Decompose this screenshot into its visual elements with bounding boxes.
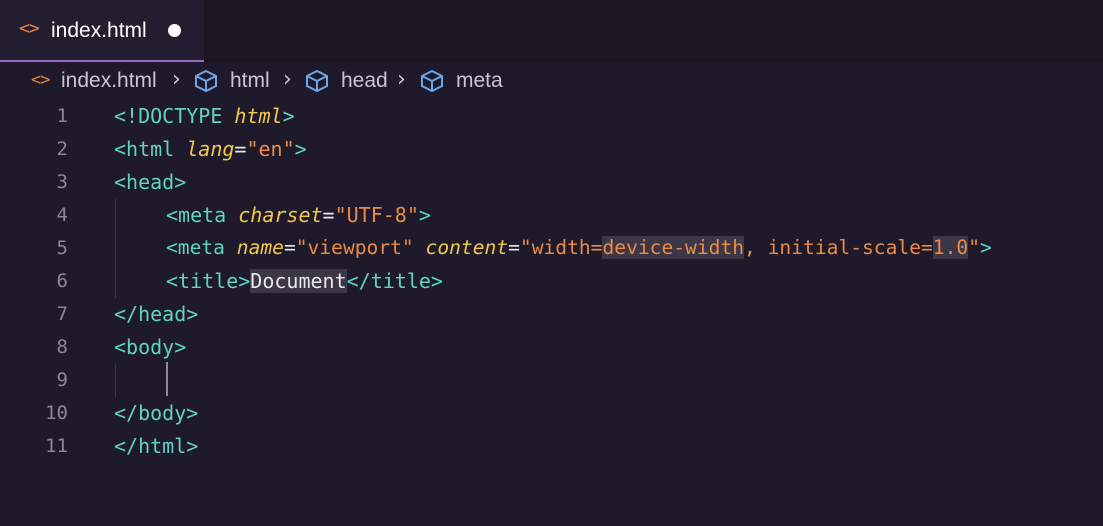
- tab-bar: <> index.html: [0, 0, 1103, 62]
- line-number: 4: [56, 204, 68, 226]
- line-number: 3: [56, 171, 68, 193]
- chevron-right-icon: ›: [283, 67, 292, 92]
- code-line[interactable]: 2 <html lang="en">: [0, 133, 1103, 166]
- code-line[interactable]: 9: [0, 364, 1103, 397]
- cube-icon: [193, 69, 219, 97]
- line-number: 7: [56, 303, 68, 325]
- code-line[interactable]: 5 <meta name="viewport" content="width=d…: [0, 232, 1103, 265]
- line-number: 8: [56, 336, 68, 358]
- breadcrumb-file[interactable]: index.html: [61, 69, 157, 93]
- code-line[interactable]: 1 <!DOCTYPE html>: [0, 100, 1103, 133]
- unsaved-dot-icon[interactable]: [168, 24, 181, 37]
- code-text: <meta charset="UTF-8">: [166, 203, 431, 227]
- code-text: <head>: [114, 170, 187, 194]
- code-line[interactable]: 8 <body>: [0, 331, 1103, 364]
- code-text: </html>: [114, 434, 199, 458]
- code-line[interactable]: 3 <head>: [0, 166, 1103, 199]
- code-text: <!DOCTYPE html>: [114, 104, 295, 128]
- cube-icon: [419, 69, 445, 97]
- line-number: 1: [56, 105, 68, 127]
- line-number: 5: [56, 237, 68, 259]
- code-line[interactable]: 7 </head>: [0, 298, 1103, 331]
- line-number: 6: [56, 270, 68, 292]
- breadcrumb: <> index.html › html › head › meta: [0, 62, 1103, 100]
- code-line[interactable]: 11 </html>: [0, 430, 1103, 463]
- breadcrumb-item-meta[interactable]: meta: [456, 69, 503, 93]
- line-number: 9: [56, 369, 68, 391]
- code-text: <html lang="en">: [114, 137, 307, 161]
- code-text: </head>: [114, 302, 199, 326]
- code-text: <meta name="viewport" content="width=dev…: [166, 236, 992, 259]
- chevron-right-icon: ›: [172, 67, 181, 92]
- code-text: <body>: [114, 335, 187, 359]
- html-file-icon: <>: [31, 70, 51, 90]
- tab-title: index.html: [51, 19, 147, 42]
- breadcrumb-item-html[interactable]: html: [230, 69, 270, 93]
- line-number: 2: [56, 138, 68, 160]
- code-line[interactable]: 4 <meta charset="UTF-8">: [0, 199, 1103, 232]
- chevron-right-icon: ›: [397, 67, 406, 92]
- breadcrumb-item-head[interactable]: head: [341, 69, 388, 93]
- cube-icon: [304, 69, 330, 97]
- code-line[interactable]: 6 <title>Document</title>: [0, 265, 1103, 298]
- line-number: 11: [45, 435, 68, 457]
- code-text: </body>: [114, 401, 199, 425]
- code-line[interactable]: 10 </body>: [0, 397, 1103, 430]
- tab-index-html[interactable]: <> index.html: [0, 0, 204, 62]
- code-editor[interactable]: 1 <!DOCTYPE html> 2 <html lang="en"> 3 <…: [0, 100, 1103, 474]
- html-file-icon: <>: [19, 18, 40, 39]
- code-text: <title>Document</title>: [166, 269, 443, 293]
- line-number: 10: [45, 402, 68, 424]
